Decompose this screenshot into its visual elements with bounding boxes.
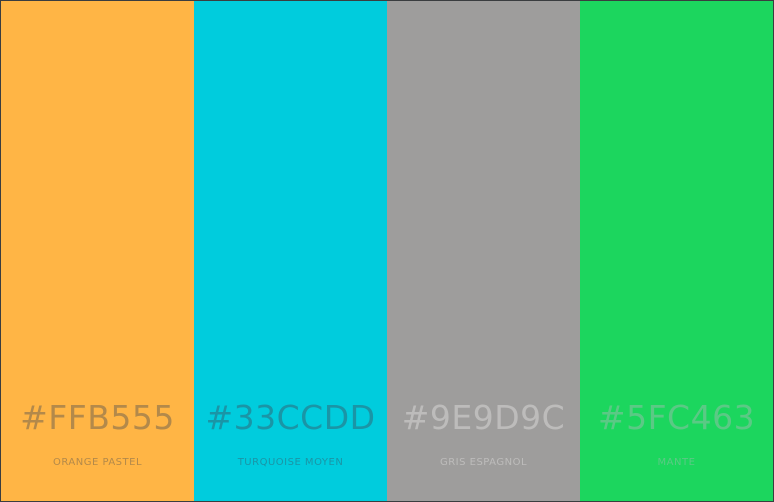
swatch-color-name: TURQUOISE MOYEN <box>237 457 344 468</box>
swatch-gris-espagnol: #9E9D9C GRIS ESPAGNOL <box>387 1 580 501</box>
swatch-hex-code: #33CCDD <box>205 398 376 437</box>
swatch-hex-code: #5FC463 <box>597 398 756 437</box>
swatch-orange-pastel: #FFB555 ORANGE PASTEL <box>1 1 194 501</box>
swatch-mante: #5FC463 MANTE <box>580 1 773 501</box>
swatch-color-name: MANTE <box>657 457 696 468</box>
swatch-color-name: ORANGE PASTEL <box>52 457 143 468</box>
swatch-hex-code: #FFB555 <box>20 398 175 437</box>
swatch-turquoise-moyen: #33CCDD TURQUOISE MOYEN <box>194 1 387 501</box>
swatch-hex-code: #9E9D9C <box>401 398 566 437</box>
swatch-color-name: GRIS ESPAGNOL <box>439 457 528 468</box>
color-palette: #FFB555 ORANGE PASTEL #33CCDD TURQUOISE … <box>1 1 773 501</box>
